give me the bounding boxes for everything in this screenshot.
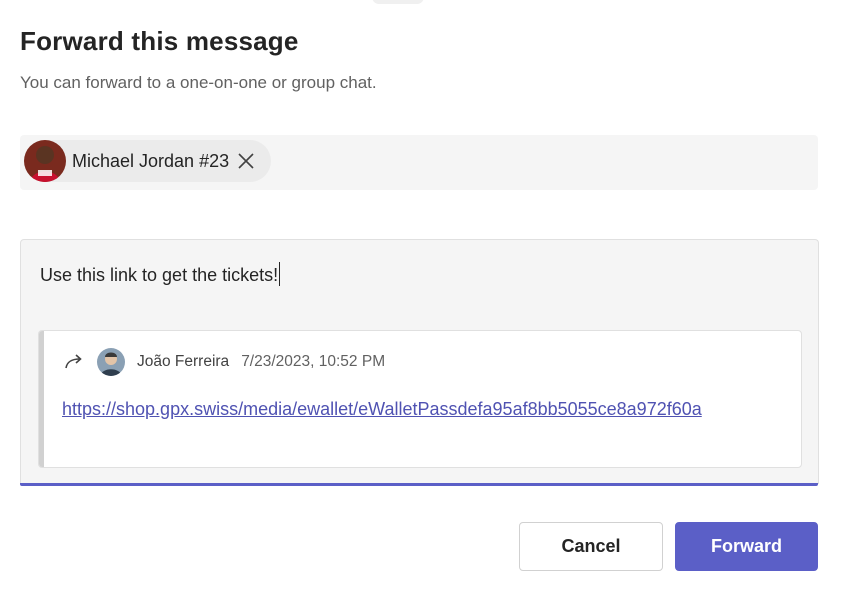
- ticket-link[interactable]: https://shop.gpx.swiss/media/ewallet/eWa…: [62, 397, 782, 422]
- cancel-button[interactable]: Cancel: [519, 522, 663, 571]
- dialog-title: Forward this message: [20, 26, 299, 56]
- message-compose-box[interactable]: Use this link to get the tickets! João F…: [20, 239, 819, 484]
- recipient-avatar: [24, 140, 66, 182]
- recipient-name: Michael Jordan #23: [72, 150, 230, 171]
- recipient-chip[interactable]: Michael Jordan #23: [24, 140, 272, 182]
- dialog-top-handle: [372, 0, 424, 4]
- message-input[interactable]: Use this link to get the tickets!: [40, 262, 281, 286]
- message-text: Use this link to get the tickets!: [40, 265, 279, 285]
- compose-focus-underline: [20, 483, 818, 486]
- text-caret: [279, 262, 281, 286]
- author-avatar: [97, 348, 125, 376]
- quote-accent-bar: [39, 331, 44, 467]
- dialog-subtitle: You can forward to a one-on-one or group…: [20, 73, 377, 92]
- forward-button[interactable]: Forward: [675, 522, 818, 571]
- quoted-author: João Ferreira: [137, 353, 230, 370]
- recipient-picker[interactable]: Michael Jordan #23: [20, 135, 818, 190]
- quoted-message-header: João Ferreira 7/23/2023, 10:52 PM: [63, 348, 385, 376]
- close-icon[interactable]: [235, 150, 257, 172]
- quoted-message-card: João Ferreira 7/23/2023, 10:52 PM https:…: [38, 330, 802, 468]
- forward-arrow-icon: [63, 353, 85, 371]
- quoted-timestamp: 7/23/2023, 10:52 PM: [241, 353, 386, 370]
